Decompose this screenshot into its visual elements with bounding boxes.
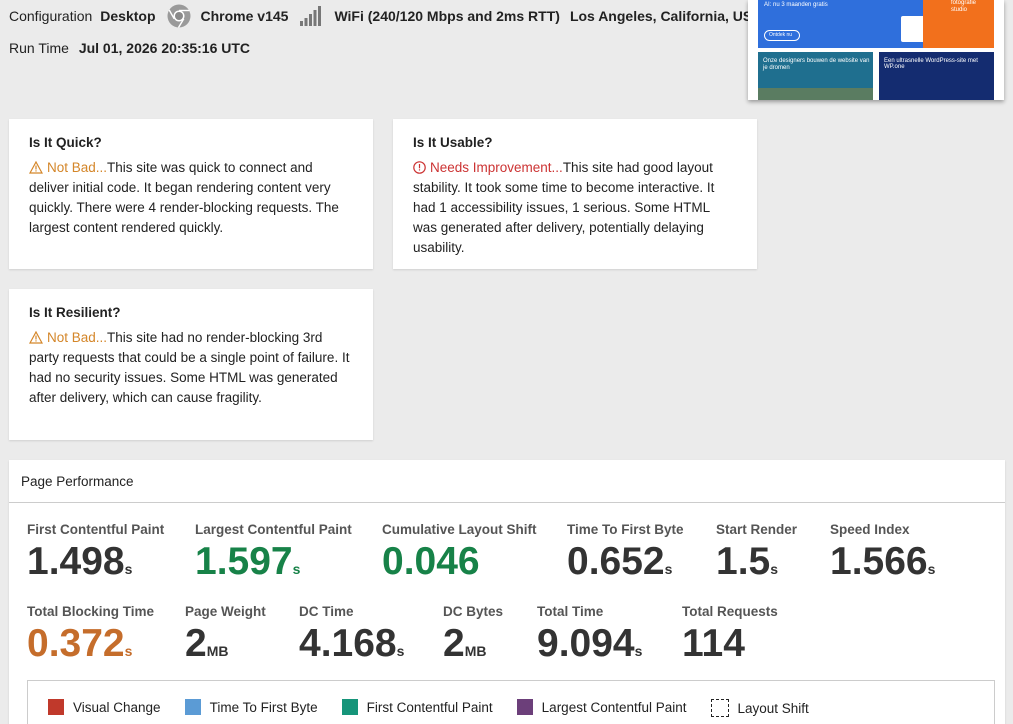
chrome-icon bbox=[167, 4, 191, 28]
connection-value: WiFi (240/120 Mbps and 2ms RTT) bbox=[334, 8, 560, 24]
page-screenshot-thumbnail[interactable]: AI: nu 3 maanden gratis Ontdek nu fotogr… bbox=[748, 0, 1004, 100]
legend-swatch bbox=[710, 699, 729, 717]
signal-strength-icon bbox=[300, 6, 322, 26]
card-is-it-usable: Is It Usable? Needs Improvement...This s… bbox=[393, 119, 757, 269]
warning-icon bbox=[29, 161, 43, 174]
legend-item-visual-change: Visual Change bbox=[48, 699, 161, 715]
metric-page-weight: Page Weight 2MB bbox=[185, 604, 266, 665]
thumb-tile2-text: Een ultrasnelle WordPress-site met WP.on… bbox=[884, 58, 978, 70]
run-time-label: Run Time bbox=[9, 40, 69, 56]
card-title: Is It Resilient? bbox=[29, 305, 121, 320]
metric-total-requests: Total Requests 114 bbox=[682, 604, 778, 665]
thumb-tile1-text: Onze designers bouwen de website van je … bbox=[763, 58, 870, 71]
legend-item-first-contentful-paint: First Contentful Paint bbox=[341, 699, 493, 715]
legend-swatch bbox=[184, 699, 201, 715]
metric-first-contentful-paint: First Contentful Paint 1.498s bbox=[27, 522, 165, 583]
thumb-banner-text: AI: nu 3 maanden gratis bbox=[764, 2, 828, 8]
status-label: Not Bad... bbox=[29, 160, 107, 175]
metric-speed-index: Speed Index 1.566s bbox=[830, 522, 936, 583]
run-time: Run Time Jul 01, 2026 20:35:16 UTC bbox=[9, 40, 250, 56]
metric-total-time: Total Time 9.094s bbox=[537, 604, 643, 665]
thumb-button: Ontdek nu bbox=[764, 30, 800, 41]
test-configuration: Configuration Desktop Chrome v145 WiFi (… bbox=[9, 4, 762, 28]
legend-item-time-to-first-byte: Time To First Byte bbox=[184, 699, 318, 715]
metric-dc-time: DC Time 4.168s bbox=[299, 604, 405, 665]
status-label: Not Bad... bbox=[29, 330, 107, 345]
legend-item-layout-shift: Layout Shift bbox=[710, 699, 809, 717]
metric-largest-contentful-paint: Largest Contentful Paint 1.597s bbox=[195, 522, 352, 583]
timeline-legend: Visual Change Time To First Byte First C… bbox=[27, 680, 995, 724]
browser-value: Chrome v145 bbox=[200, 8, 289, 24]
card-is-it-quick: Is It Quick? Not Bad...This site was qui… bbox=[9, 119, 373, 269]
metric-start-render: Start Render 1.5s bbox=[716, 522, 798, 583]
card-title: Is It Usable? bbox=[413, 135, 493, 150]
warning-icon bbox=[29, 331, 43, 344]
metric-total-blocking-time: Total Blocking Time 0.372s bbox=[27, 604, 155, 665]
legend-swatch bbox=[341, 699, 358, 715]
configuration-label: Configuration bbox=[9, 8, 93, 24]
legend-swatch bbox=[516, 699, 533, 715]
panel-title: Page Performance bbox=[9, 460, 1005, 503]
legend-item-largest-contentful-paint: Largest Contentful Paint bbox=[516, 699, 687, 715]
device-value: Desktop bbox=[100, 8, 156, 24]
card-title: Is It Quick? bbox=[29, 135, 102, 150]
metric-time-to-first-byte: Time To First Byte 0.652s bbox=[567, 522, 684, 583]
metric-dc-bytes: DC Bytes 2MB bbox=[443, 604, 504, 665]
run-time-value: Jul 01, 2026 20:35:16 UTC bbox=[78, 40, 251, 56]
status-label: Needs Improvement... bbox=[413, 160, 563, 175]
card-is-it-resilient: Is It Resilient? Not Bad...This site had… bbox=[9, 289, 373, 440]
page-performance-panel: Page Performance First Contentful Paint … bbox=[9, 460, 1005, 724]
legend-swatch bbox=[48, 699, 64, 715]
metric-cumulative-layout-shift: Cumulative Layout Shift 0.046 bbox=[382, 522, 537, 583]
thumb-orange-text: fotografie studio bbox=[951, 0, 977, 13]
error-icon bbox=[413, 161, 426, 174]
location-value: Los Angeles, California, USA bbox=[569, 8, 763, 24]
